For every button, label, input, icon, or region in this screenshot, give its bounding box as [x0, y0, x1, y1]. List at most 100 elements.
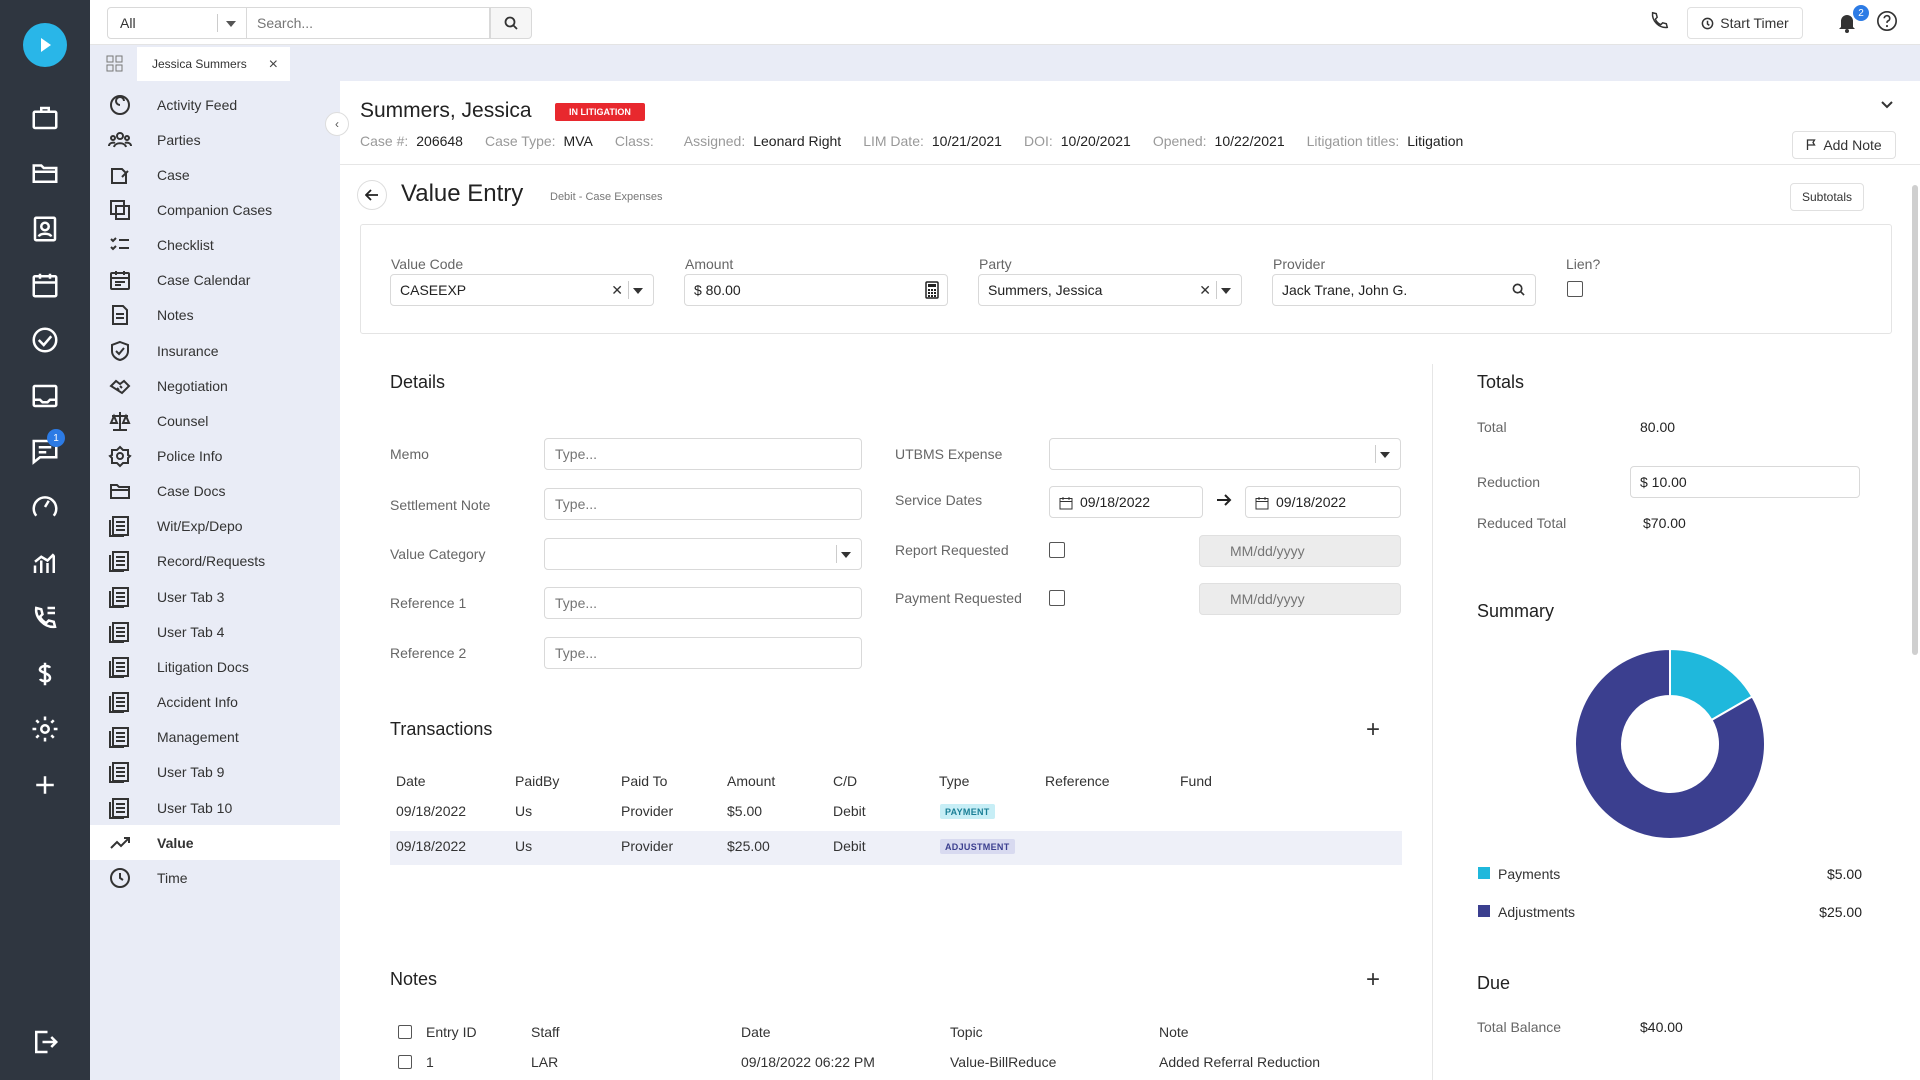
add-transaction-plus-icon[interactable]: + — [1366, 718, 1380, 742]
sidebar-item-case-calendar[interactable]: Case Calendar — [90, 263, 340, 298]
search-input[interactable] — [247, 7, 490, 39]
logout-icon[interactable] — [27, 1024, 63, 1060]
service-date-from[interactable]: 09/18/2022 — [1049, 486, 1203, 518]
reports-chart-icon[interactable] — [27, 545, 63, 581]
notes-column-header[interactable]: Topic — [950, 1024, 983, 1040]
sidebar-item-wit-exp-depo[interactable]: Wit/Exp/Depo — [90, 509, 340, 544]
sidebar-item-counsel[interactable]: Counsel — [90, 403, 340, 438]
inbox-icon[interactable] — [27, 378, 63, 414]
amount-input[interactable]: $ 80.00 — [684, 274, 948, 306]
messages-icon[interactable]: 1 — [27, 429, 65, 469]
value-code-select[interactable]: CASEEXP ✕ — [390, 274, 654, 306]
transactions-column-header[interactable]: C/D — [833, 773, 857, 789]
chevron-down-icon[interactable] — [841, 552, 851, 558]
sidebar-item-litigation-docs[interactable]: Litigation Docs — [90, 649, 340, 684]
sidebar-item-user-tab-10[interactable]: User Tab 10 — [90, 790, 340, 825]
close-icon[interactable]: × — [269, 56, 278, 74]
payment-requested-date[interactable] — [1199, 583, 1401, 615]
search-scope-select[interactable]: All — [107, 7, 247, 39]
chevron-down-icon[interactable] — [1221, 288, 1231, 294]
sidebar-item-checklist[interactable]: Checklist — [90, 228, 340, 263]
sidebar-item-time[interactable]: Time — [90, 860, 340, 895]
lien-checkbox[interactable] — [1567, 281, 1583, 297]
sidebar-item-activity-feed[interactable]: Activity Feed — [90, 87, 340, 122]
sidebar-item-management[interactable]: Management — [90, 720, 340, 755]
phone-list-icon[interactable] — [27, 600, 63, 636]
scrollbar[interactable] — [1912, 185, 1918, 655]
payment-requested-checkbox[interactable] — [1049, 590, 1065, 606]
sidebar-item-user-tab-9[interactable]: User Tab 9 — [90, 755, 340, 790]
collapse-sidebar-button[interactable]: ‹ — [325, 112, 349, 136]
notes-column-header[interactable]: Entry ID — [426, 1024, 477, 1040]
transactions-column-header[interactable]: Fund — [1180, 773, 1212, 789]
total-value: 80.00 — [1640, 419, 1676, 435]
task-check-icon[interactable] — [27, 322, 63, 358]
gauge-icon[interactable] — [27, 489, 63, 525]
start-timer-button[interactable]: Start Timer — [1687, 7, 1803, 39]
table-row[interactable] — [390, 831, 1402, 865]
sidebar-item-case-docs[interactable]: Case Docs — [90, 474, 340, 509]
help-icon[interactable] — [1876, 10, 1900, 34]
select-all-notes-checkbox[interactable] — [398, 1025, 412, 1039]
chevron-down-icon[interactable] — [633, 288, 643, 294]
add-icon[interactable] — [27, 767, 63, 803]
briefcase-icon[interactable] — [27, 100, 63, 136]
sidebar-item-accident-info[interactable]: Accident Info — [90, 685, 340, 720]
sidebar-item-companion-cases[interactable]: Companion Cases — [90, 192, 340, 227]
reference1-input[interactable] — [544, 587, 862, 619]
back-button[interactable] — [357, 180, 387, 210]
clear-icon[interactable]: ✕ — [1199, 282, 1211, 299]
search-icon[interactable] — [1512, 283, 1525, 299]
notifications-bell-icon[interactable]: 2 — [1835, 5, 1869, 36]
sidebar-item-case[interactable]: Case — [90, 157, 340, 192]
app-rail: 1 — [0, 0, 90, 1080]
sidebar-item-user-tab-3[interactable]: User Tab 3 — [90, 579, 340, 614]
notes-column-header[interactable]: Note — [1159, 1024, 1189, 1040]
transactions-column-header[interactable]: Type — [939, 773, 969, 789]
transactions-column-header[interactable]: Reference — [1045, 773, 1110, 789]
tab-jessica-summers[interactable]: Jessica Summers × — [137, 47, 290, 81]
chevron-down-icon[interactable] — [1880, 97, 1894, 115]
sidebar-item-record-requests[interactable]: Record/Requests — [90, 544, 340, 579]
sidebar-item-insurance[interactable]: Insurance — [90, 333, 340, 368]
party-select[interactable]: Summers, Jessica ✕ — [978, 274, 1242, 306]
note-row-checkbox[interactable] — [398, 1055, 412, 1069]
report-requested-checkbox[interactable] — [1049, 542, 1065, 558]
sidebar-item-notes[interactable]: Notes — [90, 298, 340, 333]
reference2-input[interactable] — [544, 637, 862, 669]
sidebar-item-parties[interactable]: Parties — [90, 122, 340, 157]
transactions-column-header[interactable]: Date — [396, 773, 426, 789]
service-date-to[interactable]: 09/18/2022 — [1245, 486, 1401, 518]
clear-icon[interactable]: ✕ — [611, 282, 623, 299]
utbms-select[interactable] — [1049, 438, 1401, 470]
grid-icon[interactable] — [106, 55, 123, 72]
gear-icon[interactable] — [27, 711, 63, 747]
sidebar-item-user-tab-4[interactable]: User Tab 4 — [90, 614, 340, 649]
add-note-button[interactable]: Add Note — [1792, 131, 1896, 159]
subtotals-button[interactable]: Subtotals — [1790, 183, 1864, 211]
calculator-icon[interactable] — [925, 281, 939, 302]
app-logo-play-icon[interactable] — [23, 23, 67, 67]
chevron-down-icon[interactable] — [1380, 452, 1390, 458]
phone-icon[interactable] — [1648, 10, 1672, 34]
sidebar-item-negotiation[interactable]: Negotiation — [90, 368, 340, 403]
folder-open-icon[interactable] — [27, 155, 63, 191]
search-button[interactable] — [490, 7, 532, 39]
dollar-icon[interactable] — [27, 656, 63, 692]
provider-input[interactable]: Jack Trane, John G. — [1272, 274, 1536, 306]
notes-column-header[interactable]: Staff — [531, 1024, 560, 1040]
transactions-column-header[interactable]: Amount — [727, 773, 775, 789]
transactions-column-header[interactable]: Paid To — [621, 773, 667, 789]
settlement-note-input[interactable] — [544, 488, 862, 520]
report-requested-date[interactable] — [1199, 535, 1401, 567]
contacts-icon[interactable] — [27, 211, 63, 247]
value-category-select[interactable] — [544, 538, 862, 570]
sidebar-item-police-info[interactable]: Police Info — [90, 439, 340, 474]
calendar-icon[interactable] — [27, 267, 63, 303]
transactions-column-header[interactable]: PaidBy — [515, 773, 559, 789]
memo-input[interactable] — [544, 438, 862, 470]
notes-column-header[interactable]: Date — [741, 1024, 771, 1040]
add-note-plus-icon[interactable]: + — [1366, 968, 1380, 992]
sidebar-item-value[interactable]: Value — [90, 825, 340, 861]
reduction-input[interactable]: $ 10.00 — [1630, 466, 1860, 498]
